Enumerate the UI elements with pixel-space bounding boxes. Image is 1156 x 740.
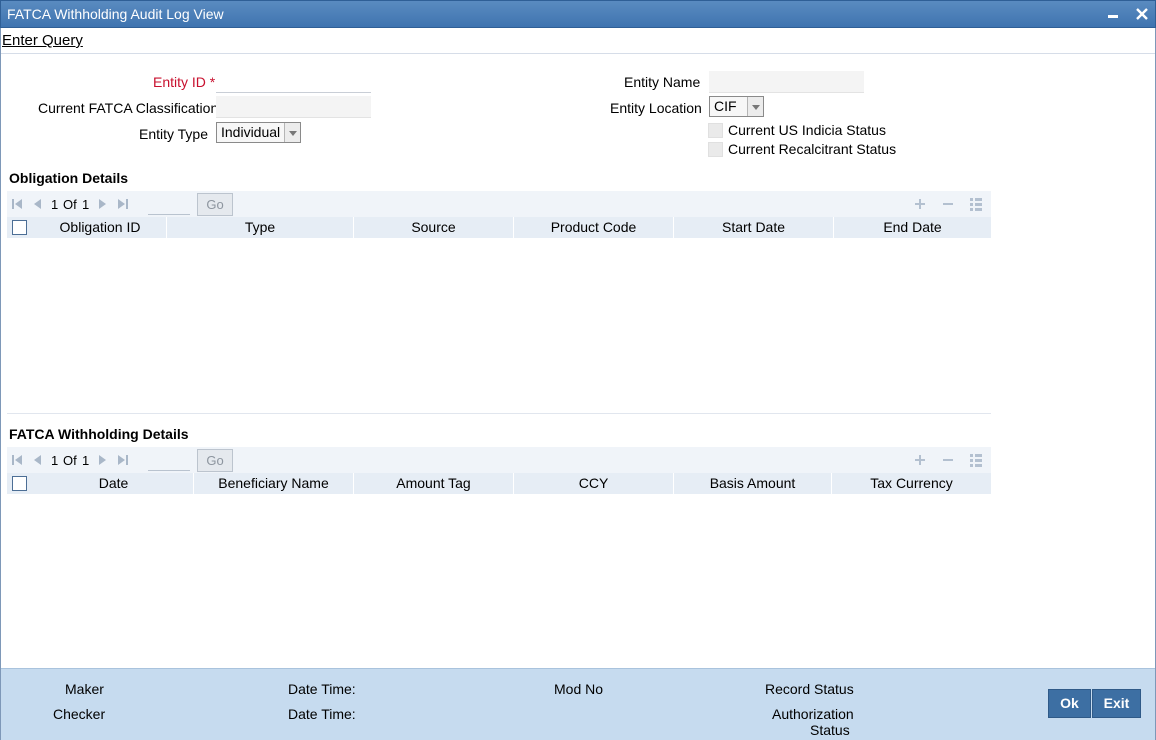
column-header[interactable]: Product Code — [514, 217, 674, 238]
add-row-icon[interactable] — [913, 197, 927, 211]
obligation-grid-header: Obligation ID Type Source Product Code S… — [7, 217, 991, 238]
column-header[interactable]: Basis Amount — [674, 473, 832, 494]
us-indicia-label: Current US Indicia Status — [728, 122, 886, 138]
next-page-icon[interactable] — [96, 198, 108, 210]
pager-of: Of — [63, 197, 77, 212]
chevron-down-icon[interactable] — [747, 97, 763, 116]
checker-label: Checker — [53, 706, 106, 722]
pager-of: Of — [63, 453, 77, 468]
column-header[interactable]: Type — [167, 217, 354, 238]
recalcitrant-label: Current Recalcitrant Status — [728, 141, 897, 157]
entity-location-value: CIF — [714, 98, 737, 114]
section-divider — [7, 413, 991, 414]
entity-name-field — [709, 71, 864, 93]
select-all-checkbox[interactable] — [12, 476, 27, 491]
obligation-grid-body — [7, 238, 991, 413]
toolbar: Enter Query — [1, 28, 1155, 54]
audit-footer — [1, 668, 1155, 740]
close-icon[interactable] — [1132, 4, 1152, 24]
withholding-grid-body — [7, 494, 991, 664]
entity-id-label-text: Entity ID — [153, 74, 206, 90]
single-view-icon[interactable] — [969, 453, 983, 467]
last-page-icon[interactable] — [117, 454, 129, 466]
column-header[interactable]: Date — [34, 473, 194, 494]
column-header[interactable]: Beneficiary Name — [194, 473, 354, 494]
withholding-pager-bar: 1 Of 1 Go — [7, 447, 991, 473]
entity-type-value: Individual — [221, 124, 281, 140]
pager-current: 1 — [51, 197, 59, 212]
page-number-input[interactable] — [148, 451, 190, 471]
delete-row-icon[interactable] — [941, 197, 955, 211]
maker-date-time-label: Date Time: — [288, 681, 356, 697]
pager-current: 1 — [51, 453, 59, 468]
us-indicia-checkbox[interactable] — [708, 123, 723, 138]
ok-button[interactable]: Ok — [1048, 689, 1091, 718]
entity-location-label: Entity Location — [610, 100, 702, 116]
entity-name-label: Entity Name — [624, 74, 701, 90]
obligation-section-title: Obligation Details — [9, 170, 129, 186]
maker-label: Maker — [65, 681, 104, 697]
go-button[interactable]: Go — [197, 193, 233, 216]
entity-type-select[interactable]: Individual — [216, 122, 301, 143]
enter-query-link[interactable]: Enter Query — [2, 32, 83, 49]
withholding-grid-header: Date Beneficiary Name Amount Tag CCY Bas… — [7, 473, 991, 494]
column-header[interactable]: Amount Tag — [354, 473, 514, 494]
mod-no-label: Mod No — [554, 681, 604, 697]
checker-date-time-label: Date Time: — [288, 706, 356, 722]
withholding-section-title: FATCA Withholding Details — [9, 426, 189, 442]
authorization-label: Authorization — [772, 706, 854, 722]
entity-location-select[interactable]: CIF — [709, 96, 764, 117]
previous-page-icon[interactable] — [32, 198, 44, 210]
current-classification-label: Current FATCA Classification — [38, 100, 219, 116]
add-row-icon[interactable] — [913, 453, 927, 467]
go-button[interactable]: Go — [197, 449, 233, 472]
column-header[interactable]: Obligation ID — [34, 217, 167, 238]
obligation-pager-bar: 1 Of 1 Go — [7, 191, 991, 217]
last-page-icon[interactable] — [117, 198, 129, 210]
required-mark: * — [209, 74, 216, 90]
authorization-status-label: Status — [810, 722, 850, 738]
column-header[interactable]: Tax Currency — [832, 473, 991, 494]
exit-button[interactable]: Exit — [1092, 689, 1141, 718]
chevron-down-icon[interactable] — [284, 123, 300, 142]
first-page-icon[interactable] — [11, 454, 23, 466]
window-title: FATCA Withholding Audit Log View — [7, 6, 224, 22]
window-titlebar: FATCA Withholding Audit Log View — [0, 0, 1156, 28]
select-all-checkbox[interactable] — [12, 220, 27, 235]
pager-total: 1 — [82, 453, 90, 468]
column-header[interactable]: End Date — [834, 217, 991, 238]
column-header[interactable]: CCY — [514, 473, 674, 494]
previous-page-icon[interactable] — [32, 454, 44, 466]
column-header[interactable]: Source — [354, 217, 514, 238]
next-page-icon[interactable] — [96, 454, 108, 466]
recalcitrant-checkbox[interactable] — [708, 142, 723, 157]
delete-row-icon[interactable] — [941, 453, 955, 467]
page-number-input[interactable] — [148, 195, 190, 215]
minimize-icon[interactable] — [1103, 4, 1123, 24]
entity-id-input[interactable] — [216, 71, 371, 93]
entity-id-label: Entity ID * — [153, 74, 215, 90]
current-classification-field — [216, 96, 371, 118]
entity-type-label: Entity Type — [139, 126, 209, 142]
record-status-label: Record Status — [765, 681, 854, 697]
first-page-icon[interactable] — [11, 198, 23, 210]
single-view-icon[interactable] — [969, 197, 983, 211]
pager-total: 1 — [82, 197, 90, 212]
column-header[interactable]: Start Date — [674, 217, 834, 238]
